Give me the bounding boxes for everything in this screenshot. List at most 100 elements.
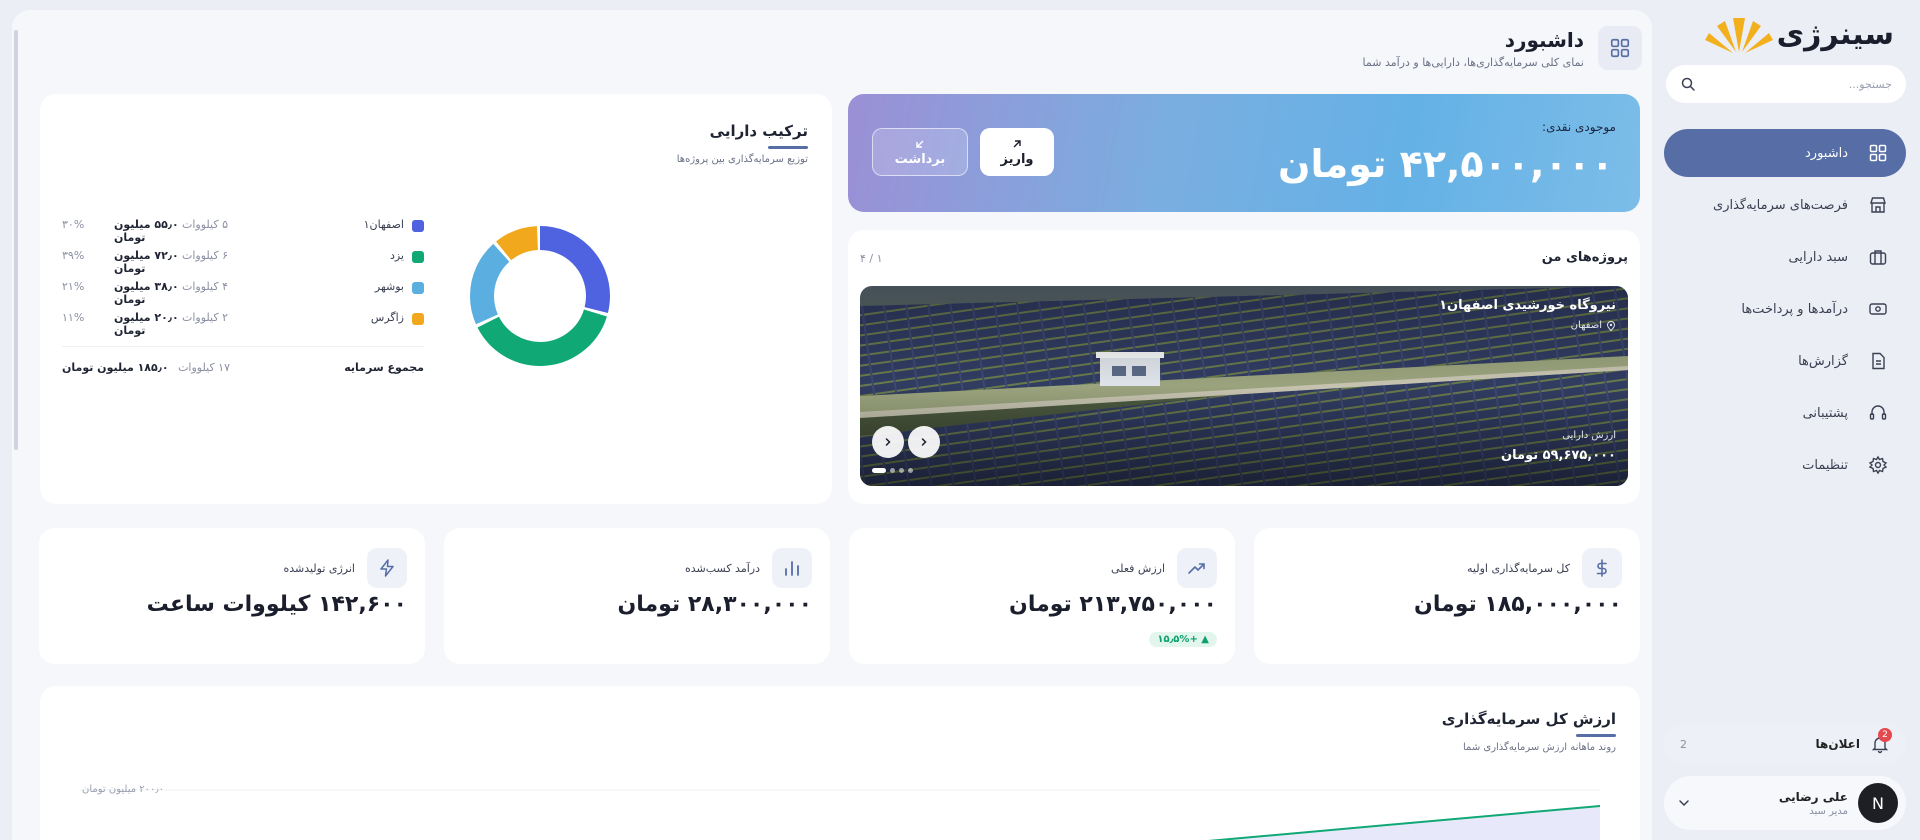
asset-composition-card: ترکیب دارایی توزیع سرمایه‌گذاری بین پروژ… <box>40 94 832 504</box>
page-header: داشبورد نمای کلی سرمایه‌گذاری‌ها، دارایی… <box>1363 26 1642 70</box>
page-subtitle: نمای کلی سرمایه‌گذاری‌ها، دارایی‌ها و در… <box>1362 55 1584 69</box>
stat-value: ۱۴۲,۶۰۰ کیلووات ساعت <box>146 592 407 617</box>
nav-item-income[interactable]: درآمدها و پرداخت‌ها <box>1664 285 1906 333</box>
withdraw-button[interactable]: برداشت <box>872 128 968 176</box>
legend-swatch <box>412 282 424 294</box>
investment-value-line-chart <box>80 789 1601 840</box>
stat-icon-wrap <box>772 548 812 588</box>
search-input[interactable] <box>1696 77 1892 91</box>
gear-icon <box>1868 455 1888 475</box>
grid-icon <box>1610 38 1630 58</box>
project-location: اصفهان <box>1571 320 1616 331</box>
slider-dots <box>872 468 913 473</box>
project-slide[interactable]: نیروگاه خورشیدی اصفهان۱ اصفهان ارزش دارا… <box>860 286 1628 486</box>
chevron-down-icon[interactable] <box>1676 795 1692 811</box>
briefcase-icon <box>1869 250 1887 265</box>
slider-prev-button[interactable] <box>872 426 904 458</box>
legend-name: اصفهان۱ <box>363 218 404 231</box>
total-label: مجموع سرمایه <box>344 361 424 374</box>
stat-card-initial-investment: کل سرمایه‌گذاری اولیه ۱۸۵,۰۰۰,۰۰۰ تومان <box>1254 528 1640 664</box>
project-value: ۵۹,۶۷۵,۰۰۰ تومان <box>1501 448 1616 463</box>
bar-chart-icon <box>785 561 799 576</box>
legend-name: زاگرس <box>370 311 404 324</box>
withdraw-label: برداشت <box>894 151 946 167</box>
stat-value: ۲۱۳,۷۵۰,۰۰۰ تومان <box>1009 592 1217 617</box>
stat-label: کل سرمایه‌گذاری اولیه <box>1467 562 1570 575</box>
page-header-icon <box>1598 26 1642 70</box>
legend-amount: ۲۰٫۰ میلیون تومان <box>114 311 179 337</box>
slider-dot-active[interactable] <box>872 468 886 473</box>
stat-label: ارزش فعلی <box>1111 562 1165 575</box>
search-box[interactable] <box>1666 65 1906 103</box>
stat-icon-wrap <box>1582 548 1622 588</box>
projects-title: پروژه‌های من <box>1541 250 1628 265</box>
trend-up-icon <box>1188 563 1205 574</box>
avatar: N <box>1858 783 1898 823</box>
nav-item-dashboard[interactable]: داشبورد <box>1664 129 1906 177</box>
nav-label: درآمدها و پرداخت‌ها <box>1741 301 1848 317</box>
investment-value-chart-card: ارزش کل سرمایه‌گذاری روند ماهانه ارزش سر… <box>40 686 1640 840</box>
chart-y-tick-label: ۲۰۰٫۰ میلیون تومان <box>82 784 164 795</box>
stat-value: ۲۸,۳۰۰,۰۰۰ تومان <box>617 592 812 617</box>
main-content: داشبورد نمای کلی سرمایه‌گذاری‌ها، دارایی… <box>12 10 1652 840</box>
slider-dot[interactable] <box>899 468 904 473</box>
search-icon[interactable] <box>1680 76 1696 92</box>
user-menu[interactable]: N علی رضایی مدیر سبد <box>1664 776 1906 830</box>
nav-item-portfolio[interactable]: سبد دارایی <box>1664 233 1906 281</box>
nav-label: گزارش‌ها <box>1798 353 1848 369</box>
nav-item-support[interactable]: پشتیبانی <box>1664 389 1906 437</box>
assets-subtitle: توزیع سرمایه‌گذاری بین پروژه‌ها <box>676 154 808 165</box>
chart-area-fill <box>1219 806 1600 840</box>
legend-percent: ۲۱% <box>62 280 85 293</box>
legend-percent: ۳۹% <box>62 249 85 262</box>
stat-icon-wrap <box>367 548 407 588</box>
legend-row: یزد ۶ کیلووات ۷۲٫۰ میلیون تومان ۳۹% <box>62 247 424 278</box>
stat-label: انرژی تولیدشده <box>283 562 355 575</box>
projects-counter: ۱ / ۴ <box>860 252 883 265</box>
legend-amount: ۵۵٫۰ میلیون تومان <box>114 218 179 244</box>
nav-item-opportunities[interactable]: فرصت‌های سرمایه‌گذاری <box>1664 181 1906 229</box>
notification-badge: 2 <box>1878 728 1892 742</box>
legend-percent: ۳۰% <box>62 218 85 231</box>
legend-amount: ۳۸٫۰ میلیون تومان <box>114 280 179 306</box>
nav-label: داشبورد <box>1805 145 1848 161</box>
nav-label: تنظیمات <box>1802 457 1848 473</box>
main-nav: داشبورد فرصت‌های سرمایه‌گذاری سبد دارایی… <box>1664 129 1906 493</box>
cash-icon <box>1869 303 1887 315</box>
my-projects-card: پروژه‌های من ۱ / ۴ <box>848 230 1640 504</box>
store-icon <box>1870 197 1886 213</box>
dollar-icon <box>1596 559 1607 577</box>
assets-title: ترکیب دارایی <box>709 122 808 140</box>
nav-item-reports[interactable]: گزارش‌ها <box>1664 337 1906 385</box>
slider-next-button[interactable] <box>908 426 940 458</box>
stat-card-energy: انرژی تولیدشده ۱۴۲,۶۰۰ کیلووات ساعت <box>39 528 425 664</box>
deposit-label: واریز <box>1000 151 1034 167</box>
nav-item-settings[interactable]: تنظیمات <box>1664 441 1906 489</box>
legend-amount: ۷۲٫۰ میلیون تومان <box>114 249 179 275</box>
total-amount: ۱۸۵٫۰ میلیون تومان <box>62 361 169 374</box>
legend-name: بوشهر <box>374 280 404 293</box>
document-icon <box>1872 352 1885 370</box>
arrow-down-left-icon <box>916 140 924 148</box>
asset-donut-chart <box>470 226 610 366</box>
arrow-up-right-icon <box>1013 139 1021 147</box>
nav-label: فرصت‌های سرمایه‌گذاری <box>1713 197 1848 213</box>
deposit-button[interactable]: واریز <box>980 128 1054 176</box>
notifications-count: 2 <box>1680 737 1687 751</box>
stat-label: درآمد کسب‌شده <box>684 562 760 575</box>
scrollbar[interactable] <box>14 30 18 450</box>
notifications-button[interactable]: 2 اعلان‌ها 2 <box>1664 724 1906 764</box>
bell-icon-wrap: 2 <box>1870 728 1892 754</box>
title-underline <box>768 146 808 149</box>
nav-label: سبد دارایی <box>1788 249 1848 265</box>
slider-dot[interactable] <box>890 468 895 473</box>
brand-name: سینرژی <box>1776 16 1895 52</box>
legend-swatch <box>412 220 424 232</box>
stat-value: ۱۸۵,۰۰۰,۰۰۰ تومان <box>1414 592 1622 617</box>
grid-icon <box>1869 144 1887 162</box>
user-name: علی رضایی <box>1778 789 1848 804</box>
legend-name: یزد <box>389 249 404 262</box>
brand-logo[interactable]: سینرژی <box>1703 12 1895 56</box>
slider-dot[interactable] <box>908 468 913 473</box>
divider <box>62 346 424 347</box>
